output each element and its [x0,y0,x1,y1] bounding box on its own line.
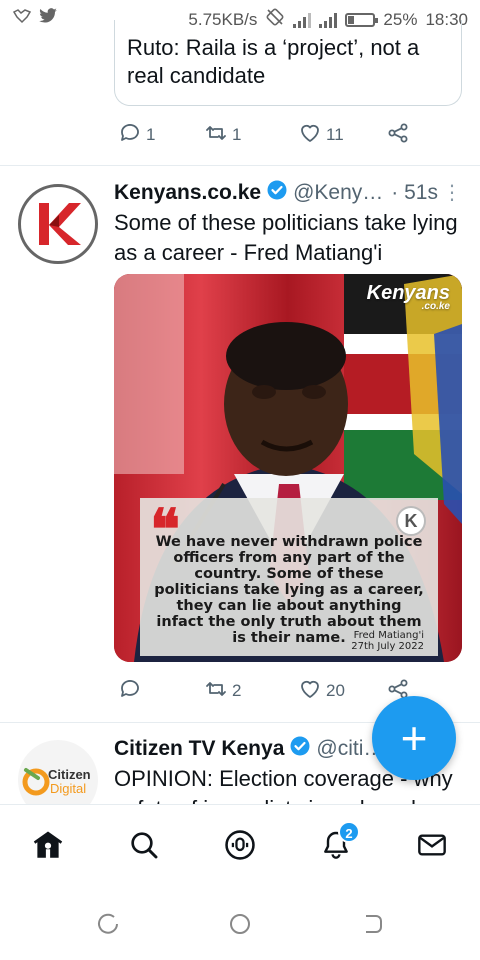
like-count: 20 [326,681,345,700]
home-icon [31,828,65,867]
back-button[interactable] [358,912,386,940]
bottom-navigation: 2 [0,804,480,890]
quote-date: 27th July 2022 [351,641,424,652]
spaces-icon [223,828,257,867]
quote-author: Fred Matiang'i [353,630,424,641]
retweet-icon [204,121,228,150]
like-button[interactable]: 20 [298,677,345,706]
search-icon [128,829,160,866]
verified-badge-icon [290,736,310,762]
author-name[interactable]: Kenyans.co.ke [114,181,261,205]
tweet-text: Some of these politicians take lying as … [114,210,458,265]
retweet-count: 1 [232,125,242,144]
citizen-label: Citizen [48,767,91,782]
verified-badge-icon [267,180,287,206]
tweet-actions: 1 1 11 [114,120,414,150]
circle-home-icon [228,912,252,941]
reply-button[interactable] [118,677,146,706]
plus-icon: + [400,712,428,764]
compose-tweet-button[interactable]: + [372,696,456,780]
nav-messages[interactable] [412,827,452,867]
retweet-count: 2 [232,681,242,700]
kenyans-watermark: Kenyans .co.ke [367,282,450,312]
like-count: 11 [326,125,344,144]
quoted-tweet-card[interactable]: Ruto: Raila is a ‘project’, not a real c… [114,20,462,106]
digital-label: Digital [50,781,87,796]
like-button[interactable]: 11 [298,121,344,150]
share-button[interactable] [386,121,410,150]
home-system-button[interactable] [226,912,254,940]
retweet-button[interactable]: 2 [204,677,241,706]
recents-icon [96,912,120,941]
messages-icon [416,829,448,866]
quoted-tweet-text: Ruto: Raila is a ‘project’, not a real c… [127,35,420,88]
heart-icon [298,121,322,150]
more-options-icon[interactable]: ⋮ [442,180,462,205]
reply-count: 1 [146,125,156,144]
tweet-time: · 51s [391,181,438,204]
author-name[interactable]: Citizen TV Kenya [114,737,284,761]
heart-icon [298,677,322,706]
retweet-button[interactable]: 1 [204,121,241,150]
nav-home[interactable] [28,827,68,867]
reply-button[interactable]: 1 [118,121,155,150]
system-navigation [0,890,480,960]
back-icon [360,912,384,941]
reply-icon [118,677,142,706]
quote-overlay: ❝ K We have never withdrawn police offic… [140,498,438,656]
tweet-media-image[interactable]: Kenyans .co.ke ❝ K We have never withdra… [114,274,462,662]
nav-notifications[interactable]: 2 [316,821,360,867]
avatar-kenyans[interactable] [18,184,98,264]
recents-button[interactable] [94,912,122,940]
tweet-header: Citizen TV Kenya @citi… [114,736,384,762]
nav-spaces[interactable] [220,827,260,867]
tweet-header: Kenyans.co.ke @Keny… · 51s [114,180,438,206]
share-icon [386,121,410,150]
nav-search[interactable] [124,827,164,867]
tweet-actions: 2 20 [114,676,414,706]
twitter-bird-icon [38,8,58,29]
author-handle[interactable]: @Keny… [293,181,383,205]
tweet-divider [0,165,480,166]
fox-icon [12,8,32,29]
reply-icon [118,121,142,150]
quote-logo: K [396,506,426,536]
notifications-badge: 2 [338,821,360,843]
kenyans-logo-icon [39,203,81,245]
quote-attribution: Fred Matiang'i 27th July 2022 [351,630,424,652]
retweet-icon [204,677,228,706]
